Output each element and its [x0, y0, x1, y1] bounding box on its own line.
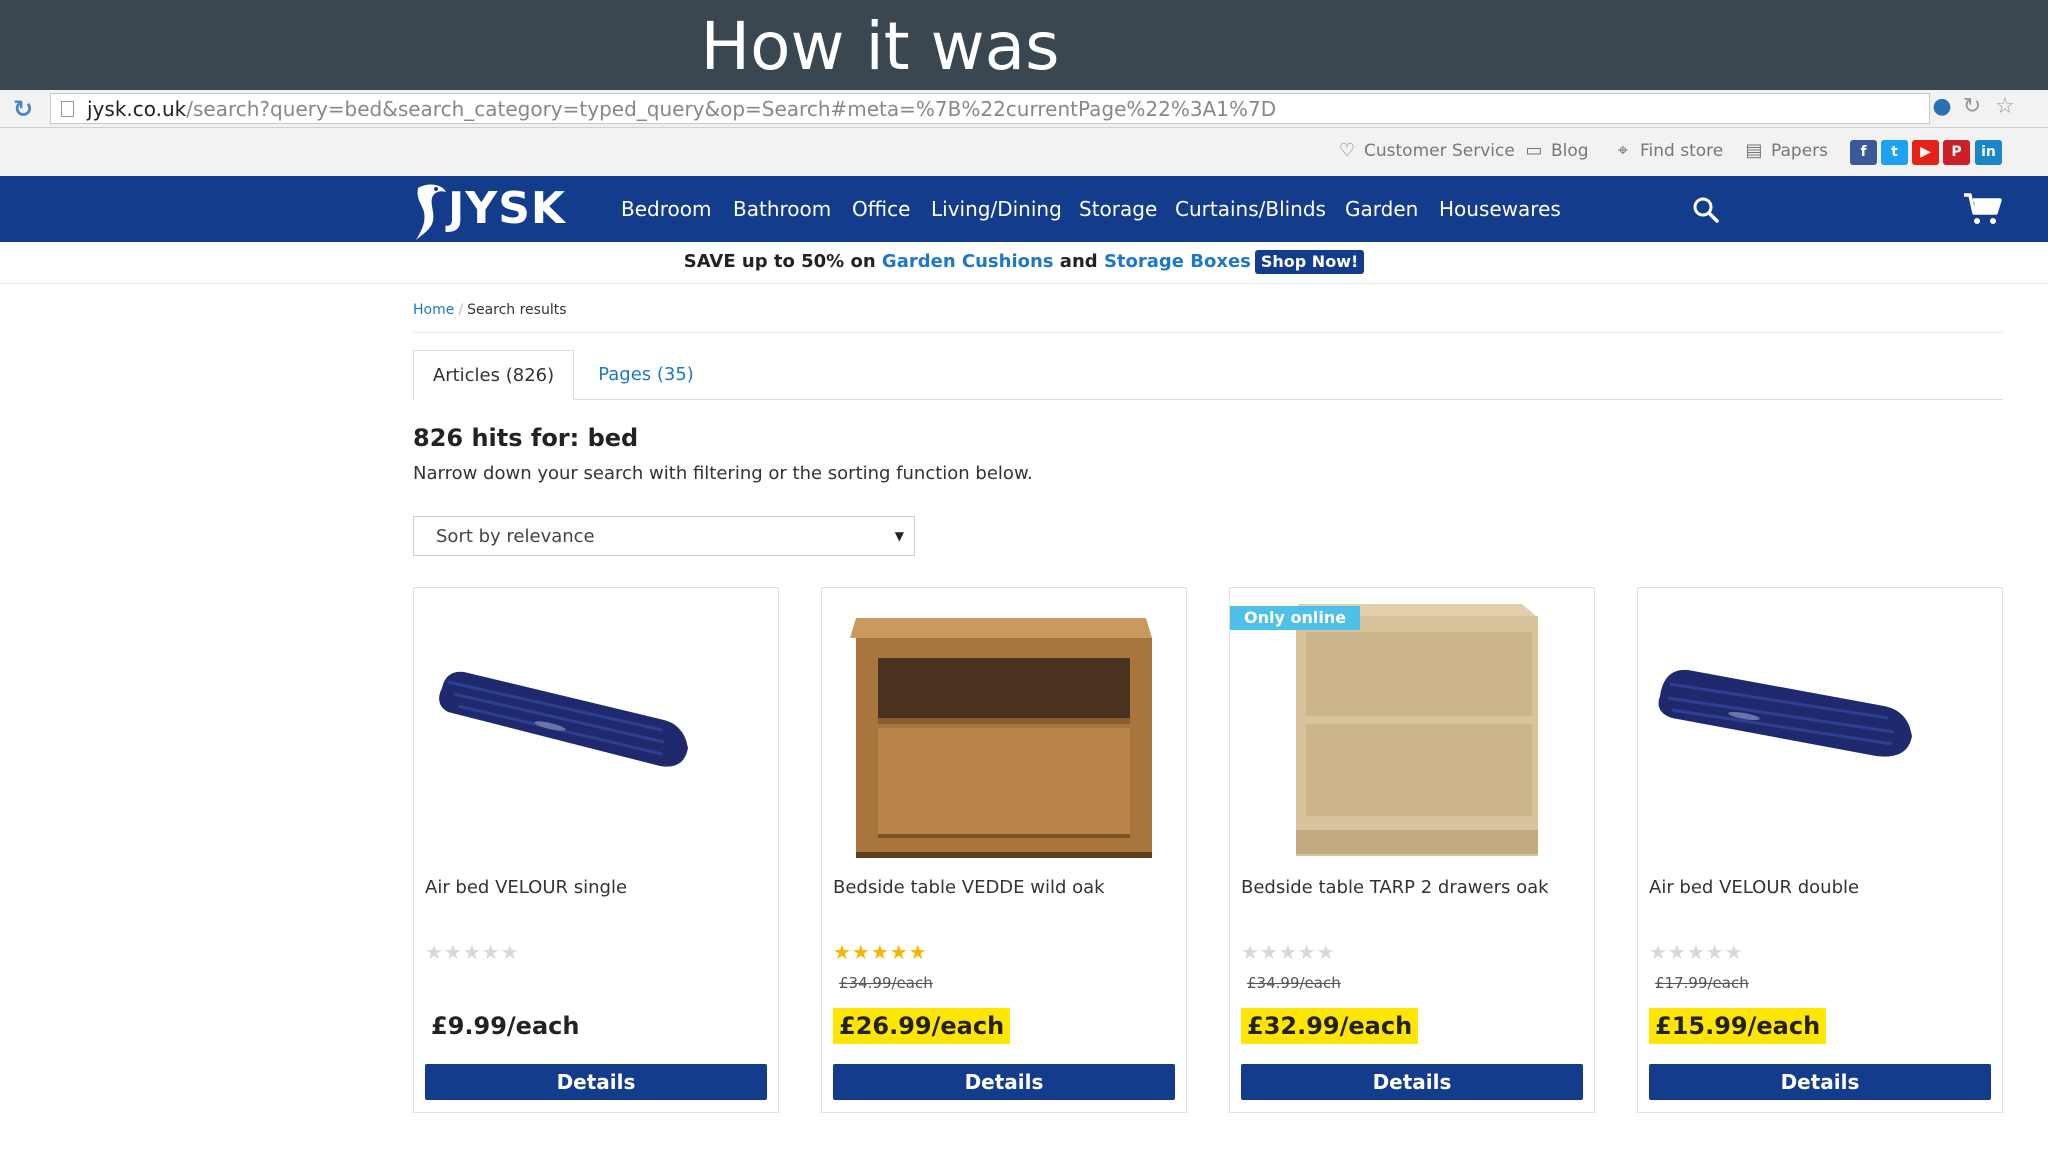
product-name[interactable]: Air bed VELOUR single: [425, 876, 765, 900]
details-button[interactable]: Details: [425, 1064, 767, 1100]
dropdown-arrow-icon: ▼: [894, 529, 904, 543]
old-price: £34.99/each: [839, 974, 933, 992]
blog-label: Blog: [1551, 141, 1589, 161]
product-price: £15.99/each: [1649, 1008, 1827, 1044]
jysk-logo[interactable]: JYSK: [410, 180, 580, 242]
customer-service-link[interactable]: ♡ Customer Service: [1336, 140, 1515, 162]
nav-bathroom[interactable]: Bathroom: [733, 196, 831, 222]
cart-icon[interactable]: [1962, 191, 2002, 227]
product-price: £26.99/each: [833, 1008, 1011, 1044]
sort-select[interactable]: Sort by relevance ▼: [413, 516, 915, 556]
rating-stars: ★★★★★: [833, 940, 928, 964]
divider: [413, 332, 2003, 333]
rating-stars: ★★★★★: [425, 940, 520, 964]
page-icon: [61, 101, 74, 117]
product-image-air-bed-single: [439, 671, 688, 767]
blog-link[interactable]: ▭ Blog: [1523, 140, 1589, 162]
breadcrumb-separator: /: [458, 302, 464, 318]
url-domain: jysk.co.uk: [87, 97, 187, 121]
facebook-icon[interactable]: f: [1850, 140, 1877, 165]
breadcrumb: Home / Search results: [413, 300, 567, 320]
nav-storage[interactable]: Storage: [1079, 196, 1157, 222]
logo-wordmark: JYSK: [448, 183, 567, 234]
nav-living-dining[interactable]: Living/Dining: [931, 196, 1062, 222]
papers-link[interactable]: ▤ Papers: [1743, 140, 1828, 162]
product-card[interactable]: Only online Bedside table TARP 2 drawers…: [1229, 587, 1595, 1113]
slide: How it was ↻ jysk.co.uk/search?query=bed…: [0, 0, 2048, 1152]
bird-logo-icon: [416, 184, 446, 240]
location-pin-icon: ⌖: [1617, 140, 1629, 161]
product-name[interactable]: Air bed VELOUR double: [1649, 876, 1989, 900]
nav-office[interactable]: Office: [852, 196, 910, 222]
product-image-bedside-table-tarp: [1296, 604, 1538, 856]
pinterest-icon[interactable]: P: [1943, 140, 1970, 165]
newspaper-icon: ▤: [1745, 140, 1763, 161]
only-online-badge: Only online: [1230, 606, 1361, 630]
slide-title: How it was: [700, 8, 1060, 85]
nav-housewares[interactable]: Housewares: [1439, 196, 1561, 222]
promo-prefix: SAVE up to 50% on: [683, 251, 876, 272]
utility-bar: [0, 128, 2048, 176]
promo-text: SAVE up to 50% on Garden Cushions and St…: [0, 250, 2048, 274]
papers-label: Papers: [1771, 141, 1829, 161]
product-name[interactable]: Bedside table VEDDE wild oak: [833, 876, 1173, 900]
heart-icon: ♡: [1338, 140, 1356, 161]
tab-pages[interactable]: Pages (35): [582, 350, 710, 400]
find-store-link[interactable]: ⌖ Find store: [1612, 140, 1723, 162]
product-card[interactable]: Air bed VELOUR double ★★★★★ £17.99/each …: [1637, 587, 2003, 1113]
rating-stars: ★★★★★: [1241, 940, 1336, 964]
product-price: £9.99/each: [431, 1012, 580, 1040]
old-price: £34.99/each: [1247, 974, 1341, 992]
bookmark-star-icon[interactable]: ☆: [1993, 95, 2017, 119]
search-icon[interactable]: [1692, 196, 1720, 224]
refresh-icon[interactable]: ↻: [1960, 95, 1984, 119]
product-image-air-bed-double: [1658, 669, 1912, 757]
nav-curtains-blinds[interactable]: Curtains/Blinds: [1175, 196, 1326, 222]
details-button[interactable]: Details: [833, 1064, 1175, 1100]
breadcrumb-home[interactable]: Home: [413, 302, 454, 318]
breadcrumb-current: Search results: [467, 302, 567, 318]
sort-selected-value: Sort by relevance: [436, 526, 595, 547]
shop-now-button[interactable]: Shop Now!: [1254, 250, 1365, 274]
find-store-label: Find store: [1640, 141, 1724, 161]
rating-stars: ★★★★★: [1649, 940, 1744, 964]
product-name[interactable]: Bedside table TARP 2 drawers oak: [1241, 876, 1581, 900]
twitter-icon[interactable]: t: [1881, 140, 1908, 165]
slide-title-band: How it was: [0, 0, 2048, 90]
promo-and: and: [1059, 251, 1098, 272]
product-image-bedside-table-vedde: [850, 618, 1152, 858]
promo-storage-boxes-link[interactable]: Storage Boxes: [1104, 251, 1251, 272]
nav-bedroom[interactable]: Bedroom: [621, 196, 711, 222]
details-button[interactable]: Details: [1649, 1064, 1991, 1100]
promo-garden-cushions-link[interactable]: Garden Cushions: [882, 251, 1054, 272]
product-card[interactable]: Bedside table VEDDE wild oak ★★★★★ £34.9…: [821, 587, 1187, 1113]
tab-articles[interactable]: Articles (826): [413, 350, 574, 400]
linkedin-icon[interactable]: in: [1975, 140, 2002, 165]
url-field[interactable]: jysk.co.uk/search?query=bed&search_categ…: [50, 93, 1930, 124]
url-text: jysk.co.uk/search?query=bed&search_categ…: [87, 97, 1276, 121]
url-path: /search?query=bed&search_category=typed_…: [186, 97, 1277, 121]
old-price: £17.99/each: [1655, 974, 1749, 992]
nav-garden[interactable]: Garden: [1345, 196, 1418, 222]
browser-address-bar: ↻ jysk.co.uk/search?query=bed&search_cat…: [0, 90, 2048, 128]
extension-icon[interactable]: ●: [1930, 95, 1954, 119]
details-button[interactable]: Details: [1241, 1064, 1583, 1100]
results-hint: Narrow down your search with filtering o…: [413, 463, 1033, 484]
reload-icon[interactable]: ↻: [10, 96, 36, 122]
customer-service-label: Customer Service: [1364, 141, 1515, 161]
product-price: £32.99/each: [1241, 1008, 1419, 1044]
product-card[interactable]: Air bed VELOUR single ★★★★★ £9.99/each D…: [413, 587, 779, 1113]
youtube-icon[interactable]: ▶: [1912, 140, 1939, 165]
chat-icon: ▭: [1525, 140, 1543, 161]
results-heading: 826 hits for: bed: [413, 424, 639, 452]
